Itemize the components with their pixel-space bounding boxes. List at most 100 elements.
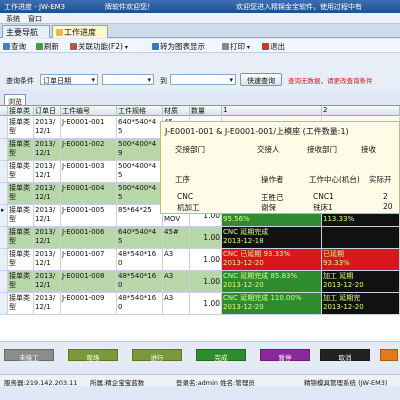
table-cell[interactable]: J-E0001-006 bbox=[61, 227, 117, 249]
table-cell[interactable]: 500*400*4 5 bbox=[117, 183, 163, 205]
row-indicator[interactable] bbox=[0, 183, 8, 205]
progress-cell[interactable]: 加工 延期完 2013-12-20 bbox=[322, 293, 400, 315]
table-cell[interactable]: J-E0001-001 bbox=[61, 117, 117, 139]
row-indicator[interactable] bbox=[0, 161, 8, 183]
table-cell[interactable]: A3 bbox=[163, 249, 190, 271]
status-user: 登录名:admin 姓名:管理员 bbox=[176, 379, 255, 387]
table-cell[interactable]: 2013/ 12/1 bbox=[34, 271, 61, 293]
table-cell[interactable]: 500*400*4 9 bbox=[117, 139, 163, 161]
print-button[interactable]: 打印 ▾ bbox=[222, 41, 250, 52]
table-cell[interactable]: J-E0001-002 bbox=[61, 139, 117, 161]
table-cell[interactable]: 2013/ 12/1 bbox=[34, 117, 61, 139]
table-cell[interactable]: 接单类 型 bbox=[8, 117, 34, 139]
row-indicator[interactable] bbox=[0, 117, 8, 139]
table-cell[interactable]: J-E0001-009 bbox=[61, 293, 117, 315]
table-cell[interactable]: 接单类 型 bbox=[8, 139, 34, 161]
refresh-button[interactable]: 刷新 bbox=[36, 41, 59, 52]
table-row[interactable]: 接单类 型 2013/ 12/1 J-E0001-007 48*540*16 0 A3 1… bbox=[0, 249, 400, 271]
cancel-button[interactable]: 取消 bbox=[320, 349, 370, 362]
more-button[interactable] bbox=[380, 349, 398, 361]
date-from-select[interactable]: ▾ bbox=[102, 74, 154, 85]
progress-cell[interactable]: CNC 已延期 93.33% 2013-12-20 bbox=[222, 249, 322, 271]
onsite-button[interactable]: 现场 bbox=[68, 349, 118, 362]
row-indicator[interactable] bbox=[0, 249, 8, 271]
menu-window[interactable]: 窗口 bbox=[28, 14, 42, 24]
table-cell[interactable]: 2013/ 12/1 bbox=[34, 183, 61, 205]
table-cell[interactable]: 2013/ 12/1 bbox=[34, 249, 61, 271]
column-header[interactable]: 工件编号 bbox=[61, 106, 117, 116]
row-indicator[interactable] bbox=[0, 293, 8, 315]
table-cell[interactable]: A3 bbox=[163, 271, 190, 293]
table-cell[interactable]: J-E0001-005 bbox=[61, 205, 117, 227]
table-cell[interactable]: 接单类 型 bbox=[8, 271, 34, 293]
tab-main-nav[interactable]: 主要导航 bbox=[2, 25, 50, 38]
progress-cell[interactable]: CNC 延期完成 110.00% 2013-12-20 bbox=[222, 293, 322, 315]
table-cell[interactable]: J-E0001-003 bbox=[61, 161, 117, 183]
table-cell[interactable]: 500*400*4 5 bbox=[117, 161, 163, 183]
chevron-down-icon: ▾ bbox=[147, 76, 151, 84]
table-cell[interactable]: 接单类 型 bbox=[8, 183, 34, 205]
tab-label: 主要导航 bbox=[6, 28, 38, 37]
menu-system[interactable]: 系统 bbox=[6, 14, 20, 24]
table-cell[interactable]: 1.00 bbox=[190, 293, 222, 315]
table-cell[interactable]: 2013/ 12/1 bbox=[34, 205, 61, 227]
progress-cell[interactable]: 已延期 93.33% bbox=[322, 249, 400, 271]
progress-cell[interactable]: CNC 延期完成 85.83% 2013-12-20 bbox=[222, 271, 322, 293]
exit-button[interactable]: 退出 bbox=[262, 41, 285, 52]
row-indicator[interactable]: ▸ bbox=[0, 205, 8, 227]
table-cell[interactable]: 2013/ 12/1 bbox=[34, 293, 61, 315]
table-cell[interactable]: 1.00 bbox=[190, 271, 222, 293]
table-cell[interactable]: 2013/ 12/1 bbox=[34, 227, 61, 249]
filter-field-select[interactable]: 订单日期 ▾ bbox=[40, 74, 98, 85]
row-indicator[interactable] bbox=[0, 271, 8, 293]
date-to-select[interactable]: ▾ bbox=[170, 74, 236, 85]
table-cell[interactable]: 2013/ 12/1 bbox=[34, 161, 61, 183]
to-chart-button[interactable]: 转为图表显示 bbox=[152, 41, 205, 52]
row-indicator[interactable] bbox=[0, 227, 8, 249]
table-cell[interactable]: A3 bbox=[163, 293, 190, 315]
table-cell[interactable]: J-E0001-007 bbox=[61, 249, 117, 271]
progress-cell[interactable]: CNC 延期完成 2013-12-18 bbox=[222, 227, 322, 249]
search-button[interactable]: 查询 bbox=[3, 41, 26, 52]
table-cell[interactable]: 48*540*16 0 bbox=[117, 271, 163, 293]
chevron-down-icon: ▾ bbox=[245, 44, 250, 51]
table-row[interactable]: 接单类 型 2013/ 12/1 J-E0001-008 48*540*16 0 A3 1… bbox=[0, 271, 400, 293]
column-header[interactable]: 订单日 bbox=[34, 106, 61, 116]
table-cell[interactable]: J-E0001-008 bbox=[61, 271, 117, 293]
table-cell[interactable]: 1.00 bbox=[190, 249, 222, 271]
complete-button[interactable]: 完成 bbox=[196, 349, 246, 362]
table-cell[interactable]: 接单类 型 bbox=[8, 249, 34, 271]
popup-cell: CNC1 bbox=[313, 192, 334, 201]
table-cell[interactable]: 640*540*4 5 bbox=[117, 117, 163, 139]
column-header[interactable]: 工件规格 bbox=[117, 106, 163, 116]
table-cell[interactable]: 接单类 型 bbox=[8, 293, 34, 315]
table-cell[interactable]: 85*64*25 bbox=[117, 205, 163, 227]
in-progress-button[interactable]: 进行 bbox=[132, 349, 182, 362]
table-cell[interactable]: 接单类 型 bbox=[8, 205, 34, 227]
column-header[interactable]: 1 bbox=[222, 106, 322, 116]
popup-title: J-E0001-001 & J-E0001-001/上模座 (工件数量:1) bbox=[165, 127, 349, 136]
quick-search-button[interactable]: 快速查询 bbox=[240, 73, 282, 86]
table-cell[interactable]: 2013/ 12/1 bbox=[34, 139, 61, 161]
related-function-button[interactable]: 关联功能(F2) ▾ bbox=[70, 41, 128, 52]
table-row[interactable]: 接单类 型 2013/ 12/1 J-E0001-006 640*540*4 5 45#… bbox=[0, 227, 400, 249]
tab-work-progress[interactable]: 工作进度 bbox=[52, 25, 108, 38]
not-started-button[interactable]: 未接工 bbox=[4, 349, 54, 362]
pause-button[interactable]: 暂停 bbox=[260, 349, 310, 362]
column-header[interactable]: 2 bbox=[322, 106, 400, 116]
column-header[interactable]: 数量 bbox=[190, 106, 222, 116]
table-cell[interactable]: J-E0001-004 bbox=[61, 183, 117, 205]
table-cell[interactable]: 1.00 bbox=[190, 227, 222, 249]
table-cell[interactable]: 接单类 型 bbox=[8, 227, 34, 249]
table-cell[interactable]: 接单类 型 bbox=[8, 161, 34, 183]
table-cell[interactable]: 640*540*4 5 bbox=[117, 227, 163, 249]
progress-cell[interactable]: 加工 延期 2013-12-20 bbox=[322, 271, 400, 293]
row-indicator[interactable] bbox=[0, 139, 8, 161]
table-cell[interactable]: 45# bbox=[163, 227, 190, 249]
progress-cell[interactable] bbox=[322, 227, 400, 249]
column-header[interactable]: 接单类 bbox=[8, 106, 34, 116]
table-row[interactable]: 接单类 型 2013/ 12/1 J-E0001-009 48*540*16 0 A3 1… bbox=[0, 293, 400, 315]
table-cell[interactable]: 48*540*16 0 bbox=[117, 293, 163, 315]
table-cell[interactable]: 48*540*16 0 bbox=[117, 249, 163, 271]
column-header[interactable]: 材质 bbox=[163, 106, 190, 116]
